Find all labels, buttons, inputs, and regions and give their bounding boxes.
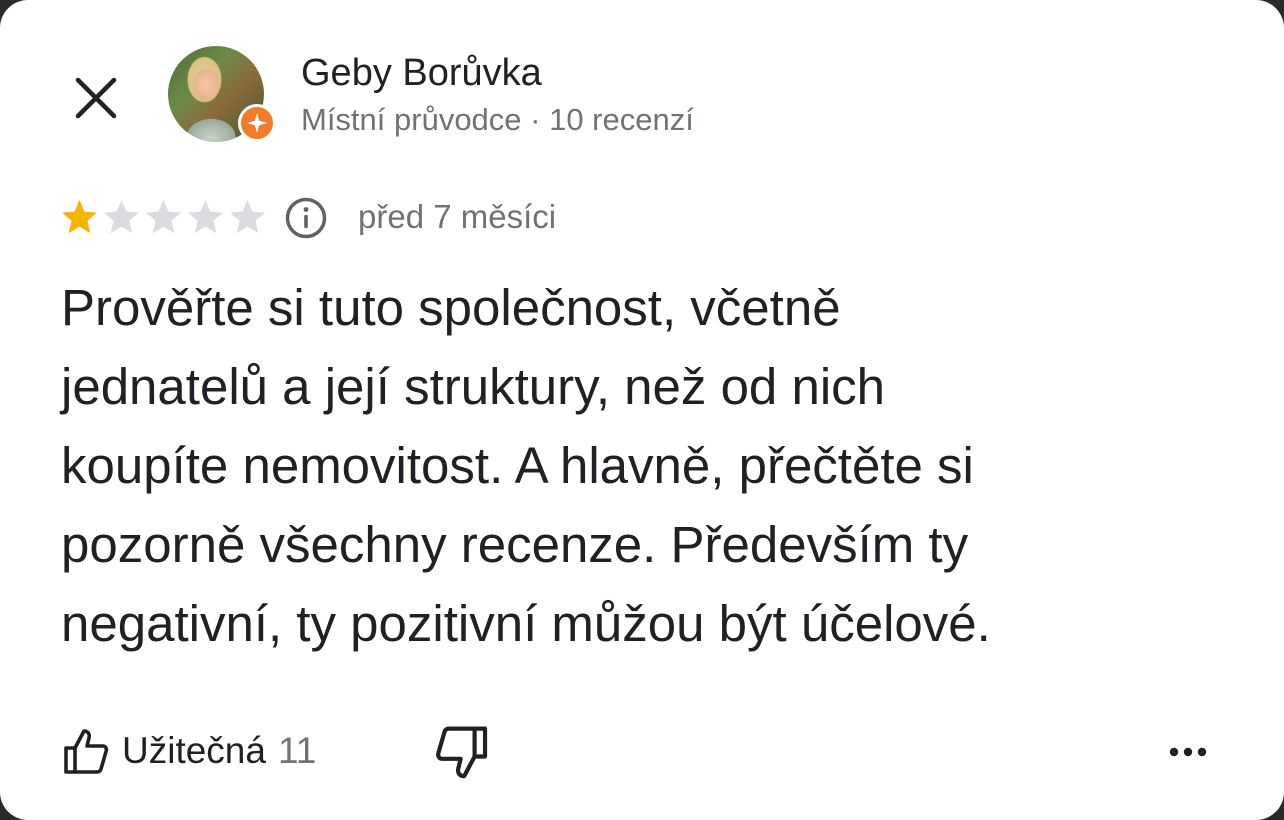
review-actions: Užitečná 11 <box>0 716 1284 786</box>
star-filled-icon <box>62 200 97 234</box>
close-button[interactable] <box>66 68 126 128</box>
reviewer-meta: Místní průvodce · 10 recenzí <box>301 102 694 137</box>
more-options-icon <box>1169 747 1207 757</box>
helpful-count: 11 <box>277 730 317 771</box>
star-empty-icon <box>146 200 181 234</box>
reviewer-avatar-group[interactable] <box>168 46 276 146</box>
close-icon <box>75 77 117 119</box>
star-empty-icon <box>230 200 265 234</box>
star-empty-icon <box>188 200 223 234</box>
thumbs-up-icon <box>64 729 109 774</box>
info-icon[interactable] <box>284 196 328 240</box>
star-rating <box>60 198 267 237</box>
reviewer-name[interactable]: Geby Borůvka <box>301 52 542 95</box>
helpful-label: Užitečná <box>122 730 266 771</box>
review-card: Geby Borůvka Místní průvodce · 10 recenz… <box>0 0 1284 820</box>
thumbs-down-icon[interactable] <box>434 724 492 782</box>
helpful-button[interactable]: Užitečná 11 <box>60 722 316 780</box>
review-text: Prověřte si tuto společnost, včetně jedn… <box>61 279 991 652</box>
more-options-button[interactable] <box>1160 732 1216 772</box>
local-guide-star-icon <box>238 104 276 142</box>
star-empty-icon <box>104 200 139 234</box>
review-date: před 7 měsíci <box>358 198 557 235</box>
